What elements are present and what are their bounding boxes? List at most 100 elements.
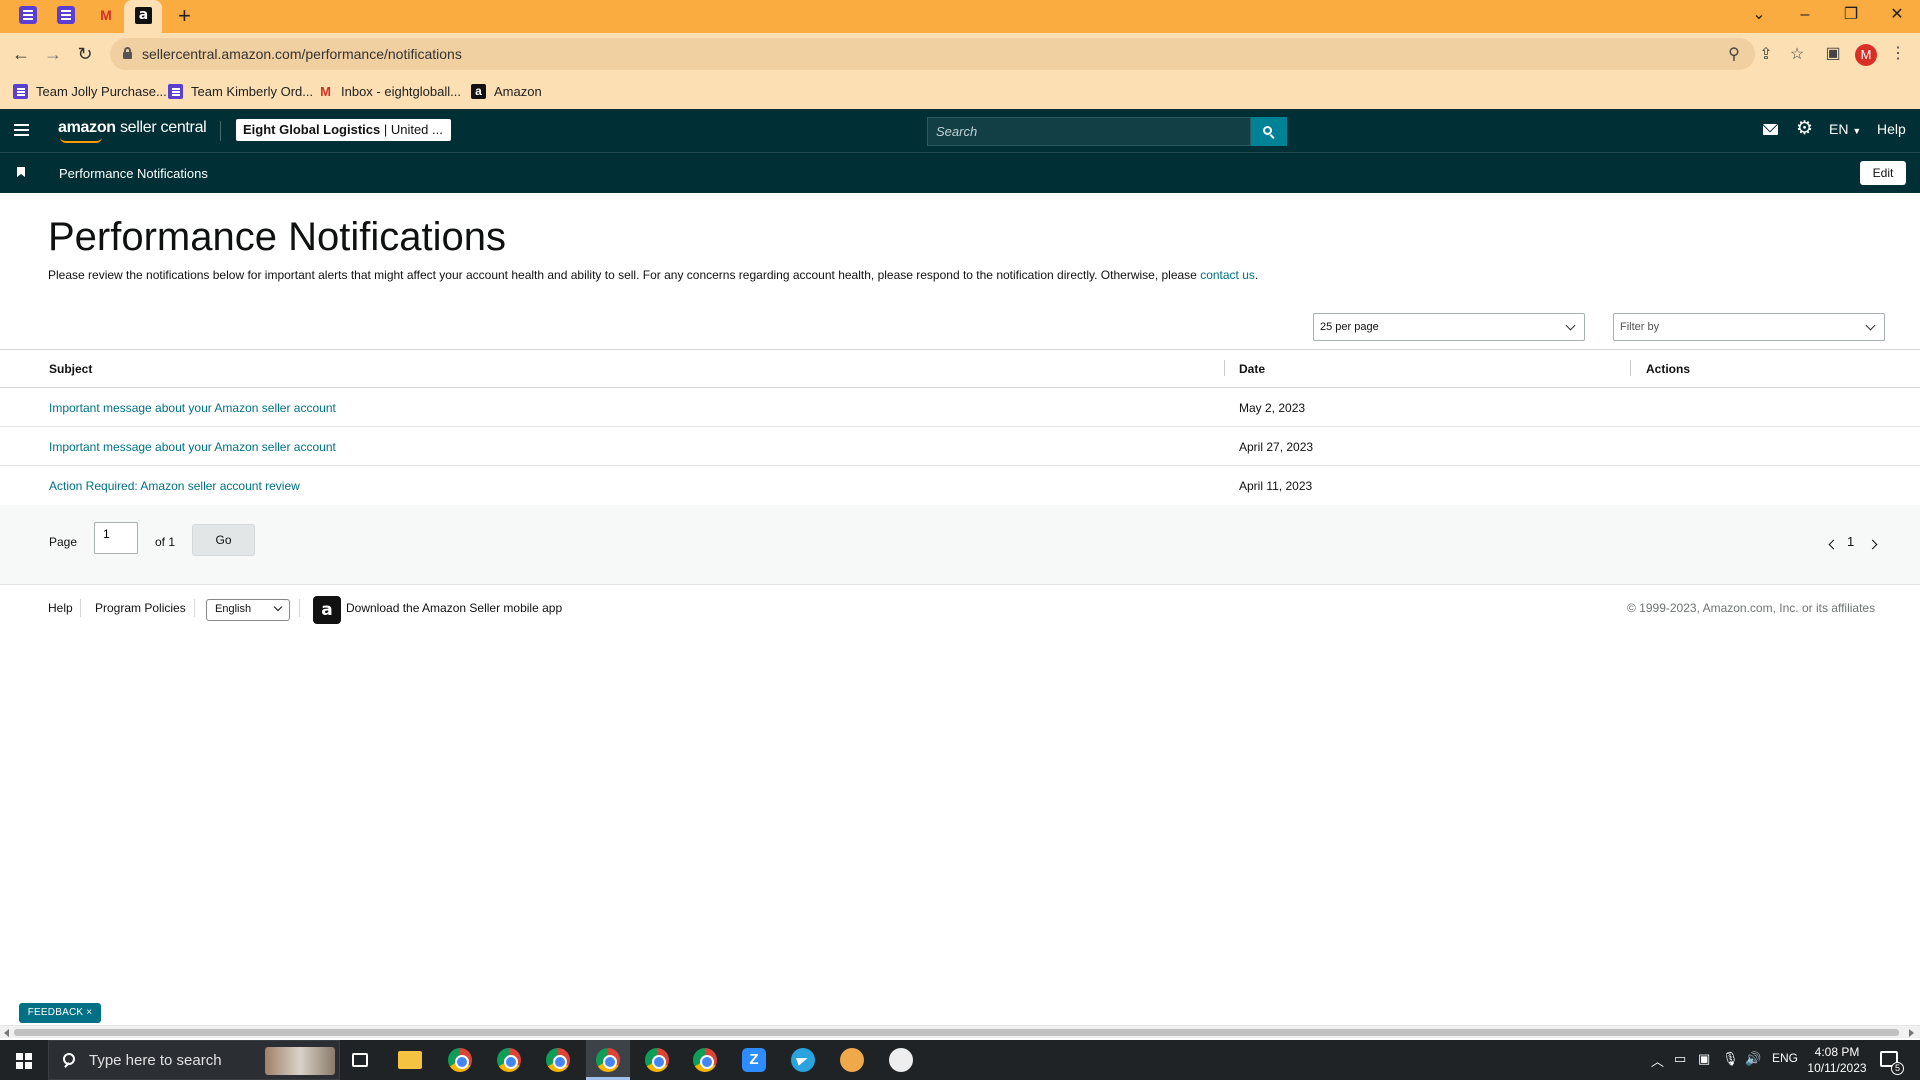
tab-favicon-gmail-icon[interactable]: M <box>97 6 115 24</box>
browser-menu-icon[interactable]: ⋮ <box>1887 43 1909 63</box>
profile-avatar[interactable]: M <box>1855 44 1877 66</box>
scroll-left-icon[interactable] <box>4 1029 9 1037</box>
search-icon <box>1263 125 1275 139</box>
close-window-button[interactable]: ✕ <box>1882 4 1912 26</box>
amazon-app-icon[interactable]: a <box>313 596 341 624</box>
footer-help-link[interactable]: Help <box>48 601 73 615</box>
chevron-down-icon <box>1565 320 1576 331</box>
search-button[interactable] <box>1251 117 1287 146</box>
notification-count-badge: 5 <box>1891 1062 1904 1075</box>
restore-button[interactable]: ❐ <box>1836 4 1866 26</box>
volume-icon[interactable]: 🔊 <box>1745 1051 1761 1067</box>
column-header-actions: Actions <box>1646 362 1691 376</box>
bookmark-team-kimberly[interactable]: Team Kimberly Ord... <box>168 84 313 99</box>
taskbar-search[interactable]: Type here to search <box>48 1040 340 1080</box>
file-explorer-icon[interactable] <box>398 1051 422 1069</box>
notification-subject-link[interactable]: Important message about your Amazon sell… <box>49 401 336 415</box>
zoom-icon[interactable]: ⚲ <box>1723 44 1745 64</box>
chevron-right-icon[interactable] <box>1867 539 1878 550</box>
language-selector[interactable]: EN ▼ <box>1829 121 1861 137</box>
tray-overflow-icon[interactable]: ︿ <box>1651 1051 1664 1070</box>
current-page-number[interactable]: 1 <box>1847 534 1854 549</box>
horizontal-scrollbar[interactable] <box>0 1025 1920 1038</box>
address-bar[interactable]: sellercentral.amazon.com/performance/not… <box>110 38 1804 70</box>
app-icon[interactable] <box>889 1048 913 1072</box>
bookmark-icon[interactable] <box>17 167 25 177</box>
hamburger-menu-icon[interactable] <box>14 124 29 136</box>
input-language[interactable]: ENG <box>1772 1051 1798 1065</box>
zoom-app-icon[interactable]: Z <box>742 1048 766 1072</box>
minimize-button[interactable]: – <box>1790 4 1820 26</box>
task-view-icon[interactable] <box>352 1053 368 1067</box>
footer-language-select[interactable]: English <box>206 599 290 621</box>
notification-subject-link[interactable]: Action Required: Amazon seller account r… <box>49 479 300 493</box>
gear-icon[interactable]: ⚙ <box>1796 117 1813 141</box>
chrome-icon[interactable] <box>596 1048 620 1072</box>
page-title: Performance Notifications <box>48 215 506 259</box>
windows-start-icon[interactable] <box>16 1053 32 1069</box>
reload-icon[interactable]: ↻ <box>74 43 96 65</box>
camera-icon[interactable]: ▣ <box>1698 1051 1710 1067</box>
notification-subject-link[interactable]: Important message about your Amazon sell… <box>49 440 336 454</box>
chrome-icon[interactable] <box>645 1048 669 1072</box>
column-header-subject[interactable]: Subject <box>49 362 92 376</box>
bookmarks-bar: Team Jolly Purchase... Team Kimberly Ord… <box>0 76 1920 109</box>
back-arrow-icon[interactable]: ← <box>10 43 32 65</box>
bookmark-star-icon[interactable]: ☆ <box>1786 44 1808 64</box>
pagination-bar: Page of 1 Go 1 <box>0 505 1920 585</box>
per-page-select[interactable]: 25 per page <box>1313 313 1585 341</box>
program-policies-link[interactable]: Program Policies <box>95 601 186 615</box>
new-tab-button[interactable]: + <box>178 3 191 29</box>
seller-central-header: amazon seller central Eight Global Logis… <box>0 109 1920 152</box>
side-panel-icon[interactable]: ▣ <box>1822 43 1844 63</box>
contact-us-link[interactable]: contact us <box>1200 268 1255 282</box>
tab-search-icon[interactable]: ⌄ <box>1744 4 1774 26</box>
bookmark-team-jolly[interactable]: Team Jolly Purchase... <box>13 84 167 99</box>
tab-favicon-list-icon[interactable] <box>57 6 75 24</box>
chrome-icon[interactable] <box>693 1048 717 1072</box>
bookmark-inbox[interactable]: M Inbox - eightgloball... <box>318 84 461 99</box>
share-icon[interactable]: ⇪ <box>1755 44 1777 64</box>
system-clock[interactable]: 4:08 PM 10/11/2023 <box>1802 1044 1872 1076</box>
chrome-icon[interactable] <box>497 1048 521 1072</box>
search-input[interactable] <box>927 117 1251 146</box>
amazon-icon: a <box>471 84 486 99</box>
scrollbar-thumb[interactable] <box>14 1029 1899 1036</box>
active-tab[interactable]: a <box>124 0 162 33</box>
network-icon[interactable]: ▭ <box>1674 1051 1686 1067</box>
table-row: Important message about your Amazon sell… <box>0 427 1920 466</box>
scroll-right-icon[interactable] <box>1909 1029 1914 1037</box>
app-icon[interactable] <box>840 1048 864 1072</box>
notification-date: May 2, 2023 <box>1239 401 1306 415</box>
url-text[interactable]: sellercentral.amazon.com/performance/not… <box>142 46 462 62</box>
microphone-icon[interactable]: 🎙 <box>1722 1051 1739 1067</box>
taskbar-search-placeholder: Type here to search <box>89 1052 222 1069</box>
chrome-icon[interactable] <box>546 1048 570 1072</box>
browser-tab-strip: M a + ⌄ – ❐ ✕ <box>0 0 1920 33</box>
forward-arrow-icon[interactable]: → <box>42 43 64 65</box>
windows-taskbar: Type here to search Z ︿ ▭ ▣ 🎙 🔊 ENG 4:08… <box>0 1040 1920 1080</box>
mail-icon[interactable] <box>1763 124 1778 135</box>
tab-favicon-list-icon[interactable] <box>19 6 37 24</box>
filter-select[interactable]: Filter by <box>1613 313 1885 341</box>
column-header-date[interactable]: Date <box>1239 362 1265 376</box>
edit-button[interactable]: Edit <box>1860 161 1906 185</box>
bookmark-amazon[interactable]: a Amazon <box>471 84 542 99</box>
subnav-page-link[interactable]: Performance Notifications <box>59 166 208 181</box>
chrome-icon[interactable] <box>448 1048 472 1072</box>
go-button[interactable]: Go <box>192 524 255 556</box>
account-switcher[interactable]: Eight Global Logistics | United ... <box>236 119 451 141</box>
search-highlight-image[interactable] <box>265 1047 335 1075</box>
lock-icon[interactable] <box>122 47 132 59</box>
page-number-input[interactable] <box>94 522 138 554</box>
seller-central-logo[interactable]: amazon seller central <box>58 119 207 143</box>
footer-divider <box>194 599 195 617</box>
table-row: Important message about your Amazon sell… <box>0 388 1920 427</box>
feedback-button[interactable]: FEEDBACK × <box>19 1003 101 1023</box>
download-app-link[interactable]: Download the Amazon Seller mobile app <box>346 601 562 615</box>
telegram-icon[interactable] <box>791 1048 815 1072</box>
help-link[interactable]: Help <box>1877 121 1906 137</box>
column-divider[interactable] <box>1630 360 1631 376</box>
column-divider[interactable] <box>1224 360 1225 376</box>
chevron-left-icon[interactable] <box>1828 539 1839 550</box>
